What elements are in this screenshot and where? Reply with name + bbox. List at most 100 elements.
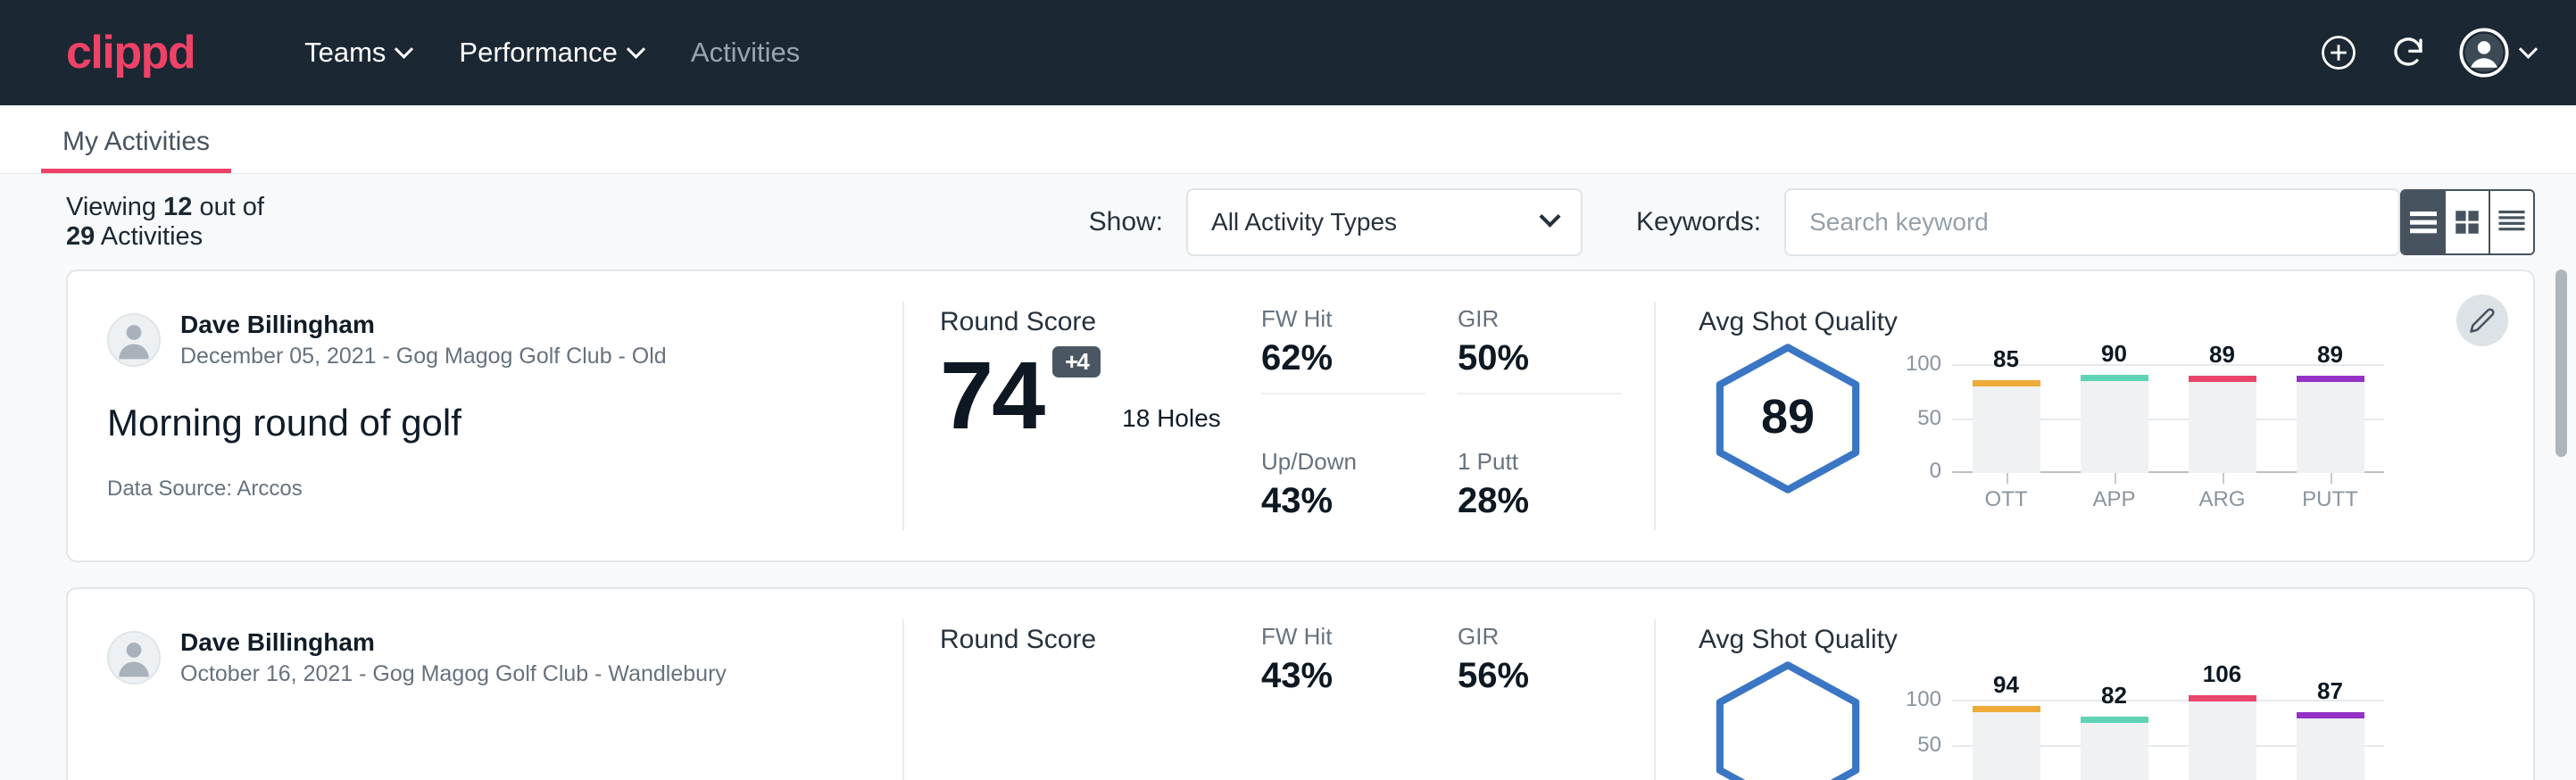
list-view-button[interactable] (2402, 191, 2446, 253)
round-score-column: Round Score (904, 589, 1261, 780)
activity-meta: October 16, 2021 - Gog Magog Golf Club -… (180, 660, 727, 689)
x-tick-app: APP (2081, 487, 2148, 512)
bar-column: 87 (2297, 682, 2364, 780)
activity-title: Morning round of golf (107, 402, 902, 444)
activity-card-list[interactable]: Dave Billingham December 05, 2021 - Gog … (0, 270, 2576, 780)
bar-column: 94 (1973, 682, 2040, 780)
stat-label: Up/Down (1261, 448, 1425, 476)
y-tick-label: 100 (1906, 687, 1941, 712)
round-score-column: Round Score 74 +4 18 Holes (904, 271, 1261, 560)
bar-cap (1973, 380, 2040, 386)
activity-type-value: All Activity Types (1211, 208, 1397, 236)
chart-x-labels: OTT APP ARG PUTT (1952, 487, 2384, 512)
bar-putt: 89 (2297, 376, 2364, 473)
search-input[interactable] (1784, 188, 2400, 256)
stats-grid: FW Hit 43% GIR 56% (1261, 589, 1654, 780)
stat-label: GIR (1458, 305, 1622, 333)
tab-my-activities[interactable]: My Activities (41, 127, 231, 173)
stat-value: 50% (1458, 338, 1622, 378)
activity-card[interactable]: Dave Billingham October 16, 2021 - Gog M… (66, 587, 2535, 780)
stat-cell: GIR 50% (1458, 305, 1654, 448)
quality-body: 89 100 50 0 (1699, 343, 2533, 512)
stat-label: FW Hit (1261, 623, 1425, 651)
stat-cell: GIR 56% (1458, 623, 1654, 780)
y-tick-label: 100 (1906, 352, 1941, 377)
shot-quality-bar-chart: 100 50 0 85 (1902, 343, 2384, 512)
filter-toolbar: Viewing 12 out of 29 Activities Show: Al… (0, 174, 2576, 270)
stat-value: 28% (1458, 481, 1622, 521)
bar-value-label: 106 (2203, 660, 2241, 688)
x-tick-label: ARG (2198, 487, 2245, 511)
bar-cap (2189, 695, 2256, 701)
bar-ott: 85 (1973, 380, 2040, 473)
chevron-down-icon (627, 39, 645, 58)
chevron-down-icon (2519, 39, 2538, 58)
bar-cap (1973, 706, 2040, 712)
avatar (107, 631, 161, 685)
activity-summary-column: Dave Billingham December 05, 2021 - Gog … (68, 271, 902, 560)
quality-hexagon (1699, 660, 1877, 780)
bar-putt: 87 (2297, 712, 2364, 780)
player-name: Dave Billingham (180, 626, 727, 658)
quality-hexagon: 89 (1699, 343, 1877, 494)
x-tick-arg: ARG (2189, 487, 2256, 512)
bar-value-label: 94 (1993, 671, 2019, 699)
nav-item-label: Activities (691, 37, 800, 69)
tab-label: My Activities (62, 127, 210, 156)
chevron-down-icon (1539, 206, 1560, 228)
add-icon[interactable] (2320, 34, 2357, 71)
player-info: Dave Billingham December 05, 2021 - Gog … (180, 309, 667, 371)
activity-meta: December 05, 2021 - Gog Magog Golf Club … (180, 342, 667, 371)
bar-column: 85 (1973, 364, 2040, 473)
status-badge: +4 (1052, 346, 1101, 378)
bar-cap (2297, 712, 2364, 718)
clippd-logo[interactable]: clippd (66, 29, 195, 76)
viewing-count-text: Viewing 12 out of 29 Activities (66, 193, 281, 252)
stat-label: GIR (1458, 623, 1622, 651)
avg-shot-quality-label: Avg Shot Quality (1699, 625, 2533, 655)
stat-cell: FW Hit 43% (1261, 623, 1458, 780)
stat-value: 56% (1458, 656, 1622, 696)
x-tick-putt: PUTT (2297, 487, 2364, 512)
bar-ott: 94 (1973, 706, 2040, 780)
chevron-down-icon (395, 39, 413, 58)
bar-value-label: 87 (2317, 677, 2343, 705)
x-tick-ott: OTT (1973, 487, 2040, 512)
scrollbar-thumb[interactable] (2555, 270, 2567, 457)
refresh-icon[interactable] (2389, 34, 2427, 71)
viewing-count: 12 (163, 193, 192, 221)
bar-value-label: 85 (1993, 345, 2019, 373)
avg-shot-quality-label: Avg Shot Quality (1699, 307, 2533, 337)
grid-view-button[interactable] (2446, 191, 2489, 253)
page-scrollbar[interactable] (2555, 270, 2567, 780)
viewing-suffix: Activities (101, 222, 203, 251)
nav-item-teams[interactable]: Teams (280, 37, 435, 69)
compact-view-button[interactable] (2490, 191, 2533, 253)
nav-item-activities[interactable]: Activities (667, 37, 824, 69)
bar-value-label: 89 (2317, 341, 2343, 369)
bar-app: 82 (2081, 717, 2148, 780)
activity-type-select[interactable]: All Activity Types (1186, 188, 1583, 256)
x-tick-label: PUTT (2302, 487, 2358, 511)
edit-activity-button[interactable] (2456, 295, 2508, 346)
bar-column: 106 (2189, 682, 2256, 780)
stat-divider (1458, 393, 1622, 394)
activity-card[interactable]: Dave Billingham December 05, 2021 - Gog … (66, 270, 2535, 562)
chart-bars: 85 90 (1952, 364, 2384, 473)
player-row: Dave Billingham December 05, 2021 - Gog … (107, 309, 902, 371)
activity-summary-column: Dave Billingham October 16, 2021 - Gog M… (68, 589, 902, 780)
player-name: Dave Billingham (180, 309, 667, 340)
bar-arg: 106 (2189, 695, 2256, 780)
stats-grid: FW Hit 62% GIR 50% Up/Down 43% (1261, 271, 1654, 560)
stat-cell: Up/Down 43% (1261, 448, 1458, 560)
tab-bar: My Activities (0, 105, 2576, 174)
show-filter-group: Show: All Activity Types (1089, 188, 1583, 256)
nav-item-performance[interactable]: Performance (435, 37, 666, 69)
holes-label: 18 Holes (1122, 404, 1221, 442)
nav-item-label: Performance (459, 37, 617, 69)
show-label: Show: (1089, 207, 1163, 237)
nav-item-label: Teams (304, 37, 386, 69)
x-tick-label: APP (2092, 487, 2135, 511)
y-tick-label: 0 (1930, 459, 1941, 484)
account-avatar[interactable] (2459, 28, 2535, 78)
